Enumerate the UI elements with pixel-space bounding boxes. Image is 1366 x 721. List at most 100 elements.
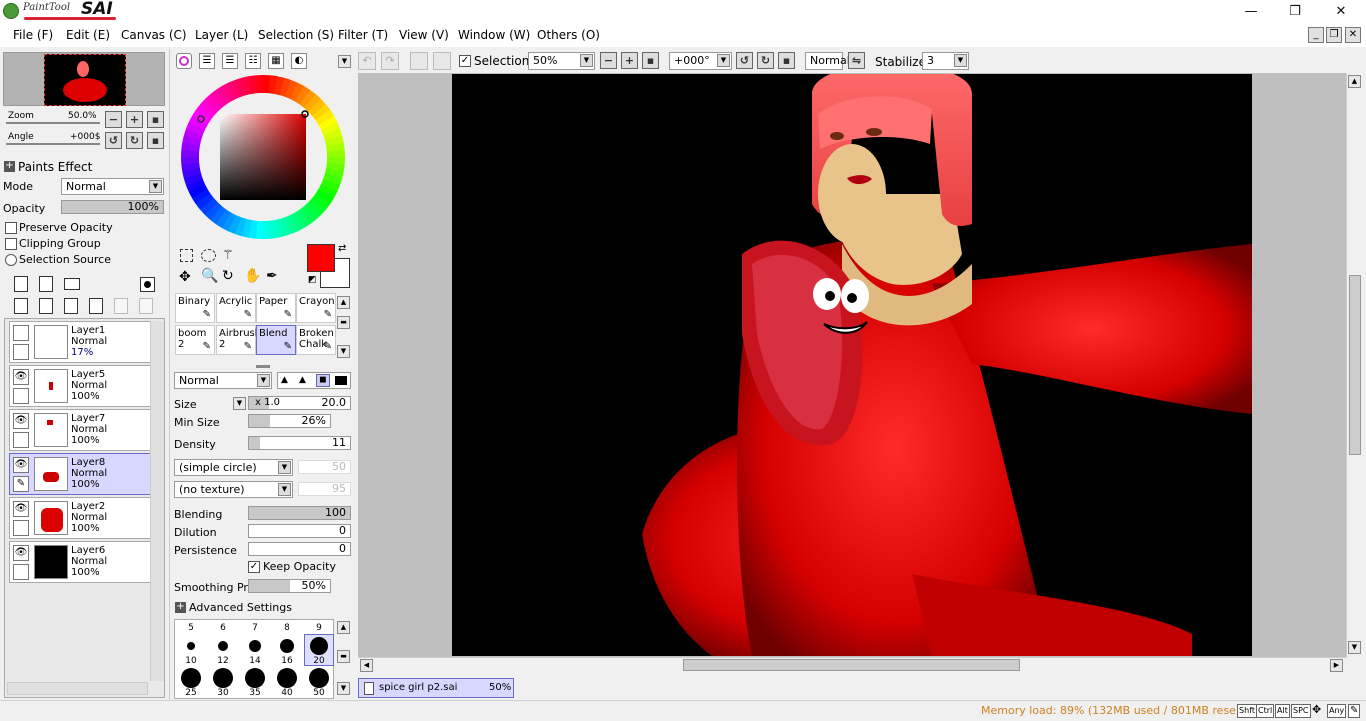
- tools-scroll-mid[interactable]: ▬: [337, 316, 350, 329]
- vertical-scrollbar[interactable]: ▲ ▼: [1346, 73, 1363, 657]
- toolbar-rotate-reset-button[interactable]: ▪: [778, 52, 795, 69]
- eye-icon[interactable]: 👁: [13, 369, 29, 385]
- blending-slider[interactable]: 100: [248, 506, 351, 520]
- tool-binary[interactable]: Binary ✎: [175, 293, 215, 323]
- new-linework-layer-icon[interactable]: [39, 276, 53, 292]
- eye-icon[interactable]: 👁: [13, 545, 29, 561]
- size-slider[interactable]: x 1.0 20.0: [248, 396, 351, 410]
- size-preset-35[interactable]: [245, 668, 265, 688]
- toolbar-zoom-in-button[interactable]: +: [621, 52, 638, 69]
- remove-mask-icon[interactable]: [139, 298, 153, 314]
- persistence-slider[interactable]: 0: [248, 542, 351, 556]
- zoom-slider[interactable]: [6, 122, 100, 124]
- menu-edit[interactable]: Edit (E): [66, 28, 110, 42]
- layer-item-layer2[interactable]: 👁 Layer2 Normal 100%: [9, 497, 152, 539]
- brush-edge-selector[interactable]: ▲ ▲ ◼: [277, 372, 351, 389]
- lasso-icon[interactable]: [201, 249, 216, 262]
- apply-mask-icon[interactable]: [114, 298, 128, 314]
- clipping-group-checkbox[interactable]: [5, 238, 17, 250]
- size-preset-50[interactable]: [309, 668, 329, 688]
- panel-menu-dropdown[interactable]: ▼: [338, 55, 351, 68]
- eye-icon[interactable]: 👁: [13, 501, 29, 517]
- layer-lock[interactable]: [13, 520, 29, 536]
- eyedropper-icon[interactable]: ✒: [266, 268, 278, 284]
- tool-paper[interactable]: Paper ✎: [256, 293, 296, 323]
- size-preset-40[interactable]: [277, 668, 297, 688]
- zoom-icon[interactable]: 🔍: [201, 268, 218, 284]
- toolbar-zoom-out-button[interactable]: −: [600, 52, 617, 69]
- brush-icon[interactable]: ✎: [13, 476, 29, 492]
- size-preset-25[interactable]: [181, 668, 201, 688]
- toolbar-zoom-reset-button[interactable]: ▪: [642, 52, 659, 69]
- layer-lock[interactable]: [13, 432, 29, 448]
- menu-canvas[interactable]: Canvas (C): [121, 28, 187, 42]
- brush-texture-strength[interactable]: 95: [298, 482, 351, 496]
- scroll-left-arrow[interactable]: ◀: [360, 659, 373, 672]
- dilution-slider[interactable]: 0: [248, 524, 351, 538]
- menu-window[interactable]: Window (W): [458, 28, 530, 42]
- keep-opacity-checkbox[interactable]: ✓: [248, 561, 260, 573]
- scratchpad-tab-icon[interactable]: ◐: [291, 53, 307, 69]
- size-preset-10[interactable]: [187, 642, 195, 650]
- layer-list-scrollbar[interactable]: [150, 321, 164, 681]
- expand-icon[interactable]: +: [4, 161, 15, 172]
- layer-item-layer6[interactable]: 👁 Layer6 Normal 100%: [9, 541, 152, 583]
- brush-shape-strength[interactable]: 50: [298, 460, 351, 474]
- layer-lock[interactable]: [13, 388, 29, 404]
- minimize-button[interactable]: —: [1228, 0, 1274, 24]
- delete-layer-icon[interactable]: [89, 298, 103, 314]
- angle-select[interactable]: +000° ▼: [669, 52, 732, 70]
- scroll-up-arrow[interactable]: ▲: [1348, 75, 1361, 88]
- angle-slider[interactable]: [6, 143, 100, 145]
- invert-selection-button[interactable]: [433, 52, 451, 70]
- smoothing-slider[interactable]: 50%: [248, 579, 331, 593]
- sizes-scroll-up[interactable]: ▲: [337, 621, 350, 634]
- view-mode-button[interactable]: Normal: [805, 52, 850, 70]
- menu-view[interactable]: View (V): [399, 28, 449, 42]
- zoom-select[interactable]: 50% ▼: [528, 52, 595, 70]
- eye-icon[interactable]: 👁: [13, 413, 29, 429]
- layer-opacity-slider[interactable]: 100%: [61, 200, 164, 214]
- tool-crayon[interactable]: Crayon ✎: [296, 293, 336, 323]
- color-wheel-tab-icon[interactable]: [176, 53, 192, 69]
- deselect-button[interactable]: [410, 52, 428, 70]
- document-tab[interactable]: spice girl p2.sai 50%: [358, 678, 514, 698]
- menu-layer[interactable]: Layer (L): [195, 28, 248, 42]
- layer-mask-icon[interactable]: [140, 277, 155, 292]
- tools-scroll-down[interactable]: ▼: [337, 345, 350, 358]
- layer-list-hscrollbar[interactable]: [7, 682, 148, 695]
- panel-grip[interactable]: [256, 365, 270, 368]
- visibility-toggle[interactable]: [13, 325, 29, 341]
- brush-texture-select[interactable]: (no texture) ▼: [174, 481, 293, 498]
- menu-filter[interactable]: Filter (T): [338, 28, 388, 42]
- tools-scroll-up[interactable]: ▲: [337, 296, 350, 309]
- layer-item-layer7[interactable]: 👁 Layer7 Normal 100%: [9, 409, 152, 451]
- menu-selection[interactable]: Selection (S): [258, 28, 334, 42]
- size-preset-16[interactable]: [280, 639, 294, 653]
- new-folder-icon[interactable]: [64, 278, 80, 290]
- expand-icon[interactable]: +: [175, 602, 186, 613]
- primary-color-swatch[interactable]: [307, 244, 335, 272]
- advanced-settings-label[interactable]: Advanced Settings: [189, 601, 292, 614]
- menu-file[interactable]: File (F): [13, 28, 53, 42]
- horizontal-scrollbar[interactable]: ◀ ▶: [358, 657, 1346, 672]
- swap-colors-icon[interactable]: ⇄: [338, 243, 346, 254]
- magic-wand-icon[interactable]: ⚚: [222, 248, 234, 263]
- rotate-right-button[interactable]: ↻: [126, 132, 143, 149]
- new-layer-icon[interactable]: [14, 276, 28, 292]
- swatches-tab-icon[interactable]: ▦: [268, 53, 284, 69]
- maximize-button[interactable]: ❐: [1272, 0, 1318, 24]
- toolbar-rotate-left-button[interactable]: ↺: [736, 52, 753, 69]
- size-preset-20[interactable]: [310, 637, 328, 655]
- mdi-minimize-button[interactable]: _: [1308, 27, 1324, 43]
- tool-broken-chalk[interactable]: Broken Chalk ✎: [296, 325, 336, 355]
- scroll-right-arrow[interactable]: ▶: [1330, 659, 1343, 672]
- hand-icon[interactable]: ✋: [244, 268, 261, 284]
- redo-button[interactable]: ↷: [381, 52, 399, 70]
- sizes-scroll-mid[interactable]: ▬: [337, 650, 350, 663]
- layer-item-layer8[interactable]: 👁 ✎ Layer8 Normal 100%: [9, 453, 152, 495]
- rgb-slider-tab-icon[interactable]: ☰: [199, 53, 215, 69]
- tool-airbrush[interactable]: Airbrush 2 ✎: [216, 325, 261, 355]
- menu-others[interactable]: Others (O): [537, 28, 600, 42]
- tool-blend[interactable]: Blend ✎: [256, 325, 296, 355]
